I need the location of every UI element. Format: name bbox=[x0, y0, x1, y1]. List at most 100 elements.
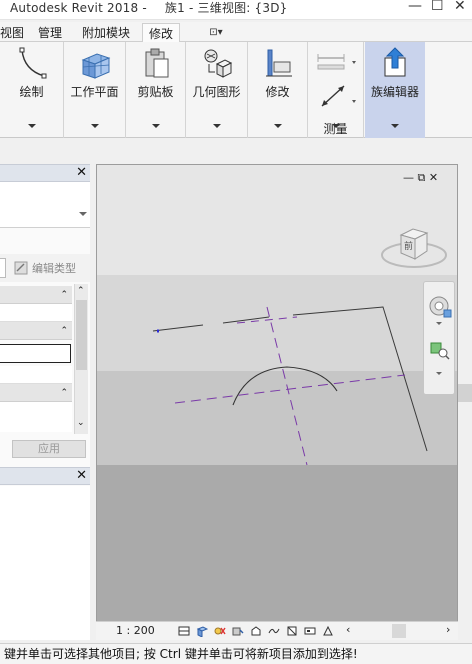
property-group-header[interactable]: ⌃ bbox=[0, 286, 72, 304]
panel-family-editor[interactable]: 族编辑器 bbox=[365, 42, 425, 138]
ribbon-tab-bar: 视图 管理 附加模块 修改 ⊡▾ bbox=[0, 22, 472, 44]
project-browser-header: ✕ bbox=[0, 467, 90, 485]
detail-level-icon[interactable] bbox=[178, 625, 190, 637]
family-editor-upload-icon bbox=[384, 47, 406, 77]
status-text: 键并单击可选择其他项目; 按 Ctrl 键并单击可将新项目添加到选择! bbox=[4, 647, 358, 661]
panel-clipboard-expander[interactable] bbox=[151, 124, 160, 128]
properties-header: ✕ bbox=[0, 164, 90, 182]
collapse-icon: ⌃ bbox=[60, 326, 68, 336]
view-scale[interactable]: 1 : 200 bbox=[116, 624, 155, 638]
scrollbar-thumb[interactable] bbox=[458, 384, 472, 402]
panel-geometry-label: 几何图形 bbox=[192, 85, 241, 99]
minimize-button[interactable]: — bbox=[408, 0, 422, 14]
panel-workplane-expander[interactable] bbox=[90, 124, 99, 128]
close-icon[interactable]: ✕ bbox=[76, 165, 87, 181]
sun-path-icon[interactable] bbox=[214, 625, 226, 637]
view-window-controls: — ⧉ ✕ bbox=[403, 171, 438, 185]
status-bar: 键并单击可选择其他项目; 按 Ctrl 键并单击可将新项目添加到选择! bbox=[0, 643, 472, 664]
document-title: 族1 - 三维视图: {3D} bbox=[164, 1, 288, 15]
panel-family-editor-label: 族编辑器 bbox=[370, 85, 419, 99]
panel-family-editor-expander[interactable] bbox=[391, 124, 399, 128]
property-group-header[interactable]: ⌃ bbox=[0, 322, 72, 340]
panel-clipboard[interactable]: 剪贴板 bbox=[126, 42, 186, 138]
panel-workplane-label: 工作平面 bbox=[70, 85, 119, 99]
collapse-icon: ⌃ bbox=[60, 388, 68, 398]
workplane-grid-icon bbox=[81, 53, 110, 79]
panel-draw-expander[interactable] bbox=[27, 124, 36, 128]
arc-draw-icon bbox=[19, 47, 46, 79]
ribbon: 绘制 工作平面 剪贴板 几何图形 修改 测量 族编辑器 bbox=[0, 42, 472, 138]
shadows-icon[interactable] bbox=[232, 625, 244, 637]
properties-scrollbar[interactable]: ⌃ ⌄ bbox=[74, 284, 88, 434]
viewcube-icon bbox=[381, 228, 447, 268]
window-title: Autodesk Revit 2018 - 族1 - 三维视图: {3D} bbox=[10, 0, 306, 16]
viewcube-front-label: 前 bbox=[404, 242, 414, 252]
tab-addins[interactable]: 附加模块 bbox=[76, 23, 136, 43]
geometry-icon bbox=[204, 49, 232, 78]
project-browser-tree[interactable] bbox=[0, 486, 90, 640]
close-button[interactable]: ✕ bbox=[454, 0, 466, 14]
panel-draw[interactable]: 绘制 bbox=[0, 42, 64, 138]
app-title: Autodesk Revit 2018 - bbox=[10, 1, 147, 15]
panel-clipboard-label: 剪贴板 bbox=[137, 85, 174, 99]
tab-dropdown-button[interactable]: ⊡▾ bbox=[200, 25, 232, 40]
modify-icon bbox=[265, 49, 292, 77]
edit-type-icon bbox=[14, 261, 28, 275]
restore-button[interactable]: ☐ bbox=[431, 0, 444, 14]
analytical-model-icon[interactable] bbox=[322, 625, 334, 637]
tab-modify[interactable]: 修改 bbox=[142, 23, 181, 44]
panel-geometry-expander[interactable] bbox=[212, 124, 221, 128]
temporary-hide-icon[interactable] bbox=[286, 625, 298, 637]
measure-icon bbox=[317, 54, 356, 107]
steering-wheel-icon[interactable] bbox=[427, 294, 453, 320]
panel-measure-expander[interactable] bbox=[331, 124, 340, 128]
close-view-button[interactable]: ✕ bbox=[429, 171, 438, 184]
title-bar: Autodesk Revit 2018 - 族1 - 三维视图: {3D} — ☐… bbox=[0, 0, 472, 20]
chevron-down-icon[interactable] bbox=[436, 372, 442, 375]
restore-view-button[interactable]: ⧉ bbox=[418, 171, 426, 184]
collapse-icon: ⌃ bbox=[60, 290, 68, 300]
minimize-view-button[interactable]: — bbox=[403, 171, 414, 184]
scrollbar-thumb[interactable] bbox=[76, 300, 87, 370]
close-icon[interactable]: ✕ bbox=[76, 468, 87, 484]
view-control-bar: 1 : 200 ‹ › bbox=[96, 621, 458, 640]
viewcube[interactable]: 前 bbox=[379, 213, 449, 277]
instance-dropdown[interactable] bbox=[0, 258, 6, 278]
tab-view[interactable]: 视图 bbox=[0, 23, 30, 43]
property-value-field[interactable] bbox=[0, 344, 71, 363]
property-row bbox=[0, 402, 72, 432]
viewport-scrollbar[interactable] bbox=[458, 164, 472, 640]
panel-workplane[interactable]: 工作平面 bbox=[64, 42, 126, 138]
scroll-down-icon[interactable]: ⌄ bbox=[77, 418, 85, 428]
scroll-left-icon[interactable]: ‹ bbox=[346, 623, 350, 636]
properties-pane: ✕ 编辑类型 ⌃ ⌃ ⌃ ⌃ ⌄ 应用 ✕ bbox=[0, 164, 90, 640]
zoom-region-icon[interactable] bbox=[430, 342, 450, 360]
panel-geometry[interactable]: 几何图形 bbox=[186, 42, 248, 138]
scroll-right-icon[interactable]: › bbox=[446, 623, 450, 636]
edit-type-button[interactable]: 编辑类型 bbox=[32, 260, 76, 276]
clipboard-icon bbox=[145, 48, 168, 78]
horizontal-scrollbar-thumb[interactable] bbox=[392, 624, 406, 638]
panel-modify[interactable]: 修改 bbox=[248, 42, 308, 138]
panel-draw-label: 绘制 bbox=[19, 85, 44, 99]
reveal-hidden-icon[interactable] bbox=[304, 625, 316, 637]
panel-measure[interactable]: 测量 bbox=[308, 42, 364, 138]
chevron-down-icon[interactable] bbox=[436, 322, 442, 325]
visual-style-icon[interactable] bbox=[196, 625, 208, 637]
type-selector[interactable] bbox=[0, 182, 90, 228]
panel-modify-label: 修改 bbox=[265, 85, 290, 99]
property-row bbox=[0, 366, 72, 384]
apply-button[interactable]: 应用 bbox=[12, 440, 86, 458]
scroll-up-icon[interactable]: ⌃ bbox=[77, 286, 85, 296]
property-group-header[interactable]: ⌃ bbox=[0, 384, 72, 402]
navigation-bar bbox=[423, 281, 455, 395]
3d-view-canvas[interactable]: — ⧉ ✕ 前 bbox=[96, 164, 458, 640]
panel-modify-expander[interactable] bbox=[273, 124, 282, 128]
show-rendering-icon[interactable] bbox=[250, 625, 262, 637]
edit-type-row: 编辑类型 bbox=[0, 254, 90, 282]
property-row bbox=[0, 304, 72, 322]
crop-view-icon[interactable] bbox=[268, 625, 280, 637]
tab-manage[interactable]: 管理 bbox=[32, 23, 68, 43]
panel-measure-label: 测量 bbox=[323, 122, 348, 136]
chevron-down-icon bbox=[79, 212, 87, 216]
